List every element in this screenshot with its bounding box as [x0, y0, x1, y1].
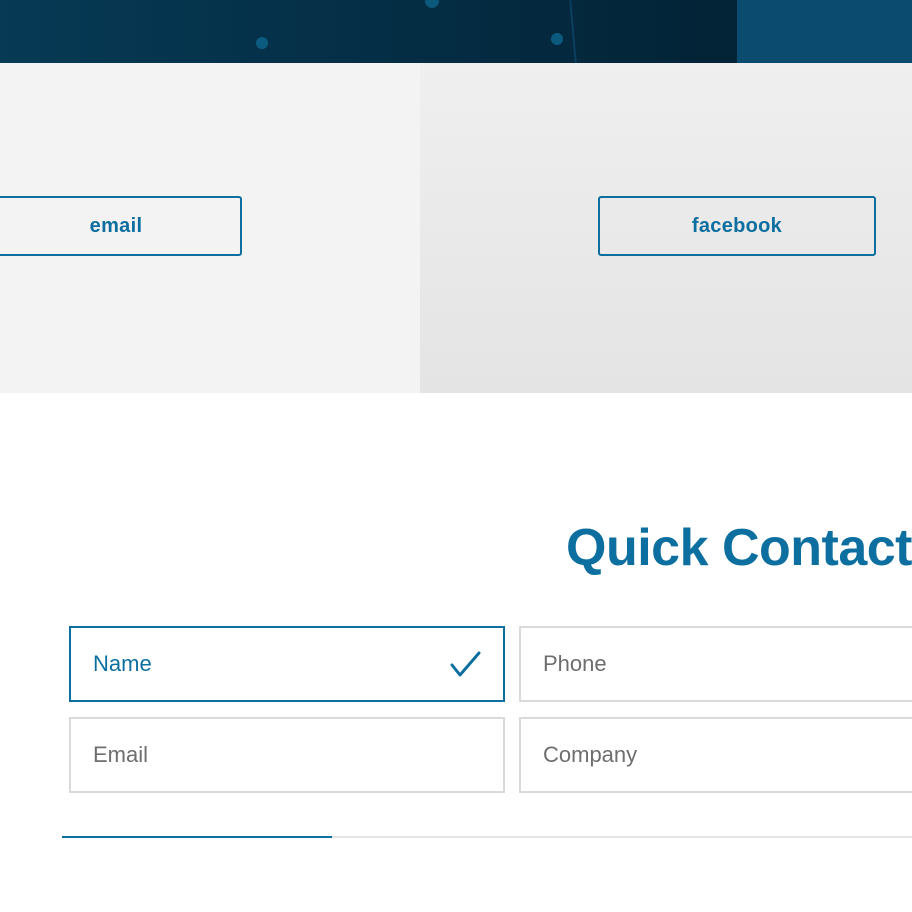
email-button[interactable]: email [0, 196, 242, 256]
name-field[interactable] [69, 626, 505, 702]
form-progress-fill [62, 836, 333, 838]
email-input[interactable] [71, 719, 503, 791]
banner-right-block [737, 0, 912, 63]
phone-input[interactable] [521, 628, 912, 700]
quick-contact-title: Quick Contact [566, 519, 912, 577]
company-field[interactable] [519, 717, 912, 793]
company-input[interactable] [521, 719, 912, 791]
decorative-dot [425, 0, 439, 8]
name-input[interactable] [71, 628, 503, 700]
header-banner [0, 0, 912, 63]
phone-field[interactable] [519, 626, 912, 702]
decorative-dot [256, 37, 268, 49]
facebook-button[interactable]: facebook [598, 196, 876, 256]
email-field[interactable] [69, 717, 505, 793]
form-progress-track [62, 836, 912, 838]
decorative-line [569, 0, 577, 63]
checkmark-icon [450, 651, 481, 677]
decorative-dot [551, 33, 563, 45]
